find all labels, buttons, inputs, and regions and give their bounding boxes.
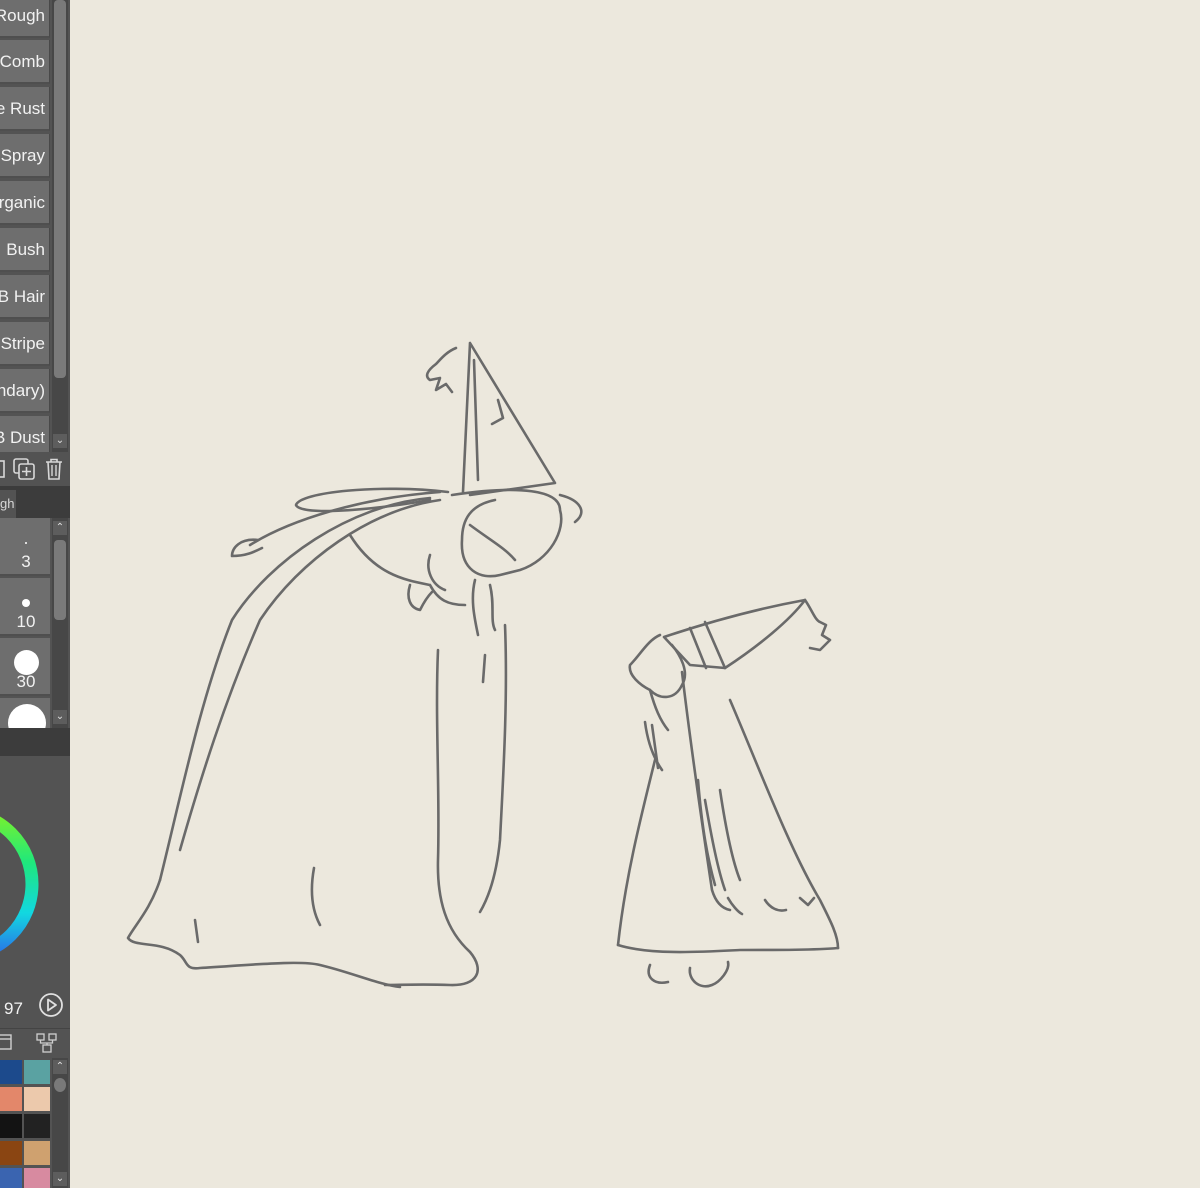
brush-size-scroll-up-button[interactable]: ⌃ <box>53 521 67 535</box>
small-wizard-hair <box>643 688 670 772</box>
color-swatch[interactable] <box>0 1114 22 1138</box>
small-wizard-hat <box>662 598 807 670</box>
brush-size-scroll-down-button[interactable]: ⌄ <box>53 710 67 724</box>
brush-item-organic[interactable]: rganic <box>0 181 50 225</box>
brush-size-scroll-thumb[interactable] <box>54 540 66 620</box>
tall-wizard-cape-tip <box>230 538 264 558</box>
small-wizard-hat-tassel <box>803 598 832 652</box>
color-swatch[interactable] <box>0 1141 22 1165</box>
tall-wizard-robe-front <box>383 648 479 987</box>
tall-wizard-cape <box>158 490 442 882</box>
brush-list: Rough Comb e Rust Spray rganic Bush B Ha… <box>0 0 52 452</box>
size-label: 30 <box>16 672 36 691</box>
size-preview-dot <box>25 542 27 544</box>
small-wizard-robe-middle <box>680 670 732 912</box>
tall-wizard-hand <box>407 583 434 612</box>
palette-scrollbar[interactable]: ⌃ ⌄ <box>52 1058 68 1188</box>
color-swatch[interactable] <box>24 1141 50 1165</box>
color-swatch[interactable] <box>0 1087 22 1111</box>
small-wizard-head <box>628 633 687 699</box>
drawing-canvas[interactable] <box>70 0 1200 1188</box>
brush-item-bush[interactable]: Bush <box>0 228 50 272</box>
size-item[interactable]: 30 <box>0 638 50 696</box>
size-label: 3 <box>21 552 31 571</box>
brush-item-hair[interactable]: B Hair <box>0 275 50 319</box>
brush-item-rough[interactable]: Rough <box>0 0 50 38</box>
brush-item-dust[interactable]: B Dust <box>0 416 50 452</box>
tall-wizard-hat-shade <box>472 358 505 482</box>
sketch-drawing <box>126 341 840 989</box>
small-wizard-hem-trim <box>726 896 816 916</box>
palette-scroll-thumb[interactable] <box>54 1078 66 1092</box>
small-wizard-robe-left <box>616 758 657 947</box>
copy-icon[interactable] <box>0 459 6 479</box>
tall-wizard-robe-hem <box>126 878 402 989</box>
tab-brush-size[interactable]: gh <box>0 490 16 518</box>
color-set-header <box>0 1028 70 1057</box>
color-value-readout: 97 <box>4 999 23 1018</box>
color-wheel[interactable] <box>0 756 40 996</box>
color-swatch[interactable] <box>0 1168 22 1188</box>
color-swatch[interactable] <box>24 1114 50 1138</box>
size-preview-dot <box>8 704 46 728</box>
size-item[interactable] <box>0 698 50 728</box>
panel-tab-strip: gh <box>0 486 70 518</box>
small-wizard-robe-folds <box>696 778 742 892</box>
small-wizard-sketch <box>616 598 840 988</box>
small-wizard-hat-shade <box>688 620 727 670</box>
palette-scroll-down-button[interactable]: ⌄ <box>53 1172 67 1186</box>
tall-wizard-nose <box>471 578 497 637</box>
tall-wizard-sketch <box>126 341 583 989</box>
color-swatch[interactable] <box>0 1060 22 1084</box>
brush-toolbar <box>0 452 70 486</box>
brush-item-boundary[interactable]: ndary) <box>0 369 50 413</box>
tall-wizard-head <box>450 488 563 578</box>
small-wizard-hem <box>616 943 840 954</box>
brush-size-list: 3 10 30 <box>0 518 52 728</box>
brush-list-scrollbar[interactable]: ⌄ <box>52 0 68 452</box>
size-preview-dot <box>22 599 30 607</box>
left-tool-sidebar: Rough Comb e Rust Spray rganic Bush B Ha… <box>0 0 70 1188</box>
node-layout-icon[interactable] <box>36 1033 58 1053</box>
size-label: 10 <box>16 612 36 631</box>
color-wheel-panel: 97 <box>0 756 70 1028</box>
add-subtool-icon[interactable] <box>12 457 36 481</box>
palette-scroll-up-button[interactable]: ⌃ <box>53 1060 67 1074</box>
color-swatch[interactable] <box>24 1168 50 1188</box>
play-circle-icon[interactable] <box>38 992 64 1018</box>
small-wizard-feet <box>647 960 730 988</box>
brush-item-spray[interactable]: Spray <box>0 134 50 178</box>
tall-wizard-hat-tassel <box>425 346 458 394</box>
brush-list-scroll-thumb[interactable] <box>54 0 66 378</box>
brush-item-rust[interactable]: e Rust <box>0 87 50 131</box>
brush-list-scroll-down-button[interactable]: ⌄ <box>53 434 67 448</box>
size-item[interactable]: 3 <box>0 518 50 576</box>
color-swatch[interactable] <box>24 1060 50 1084</box>
brush-item-comb[interactable]: Comb <box>0 40 50 84</box>
color-swatch[interactable] <box>24 1087 50 1111</box>
tall-wizard-hair <box>468 493 583 562</box>
trash-icon[interactable] <box>44 457 64 481</box>
panel-divider <box>0 728 70 756</box>
brush-size-scrollbar[interactable]: ⌃ ⌄ <box>52 518 68 728</box>
color-set-palette <box>0 1058 52 1188</box>
panel-icon[interactable] <box>0 1034 14 1052</box>
size-item[interactable]: 10 <box>0 578 50 636</box>
brush-item-stripe[interactable]: Stripe <box>0 322 50 366</box>
